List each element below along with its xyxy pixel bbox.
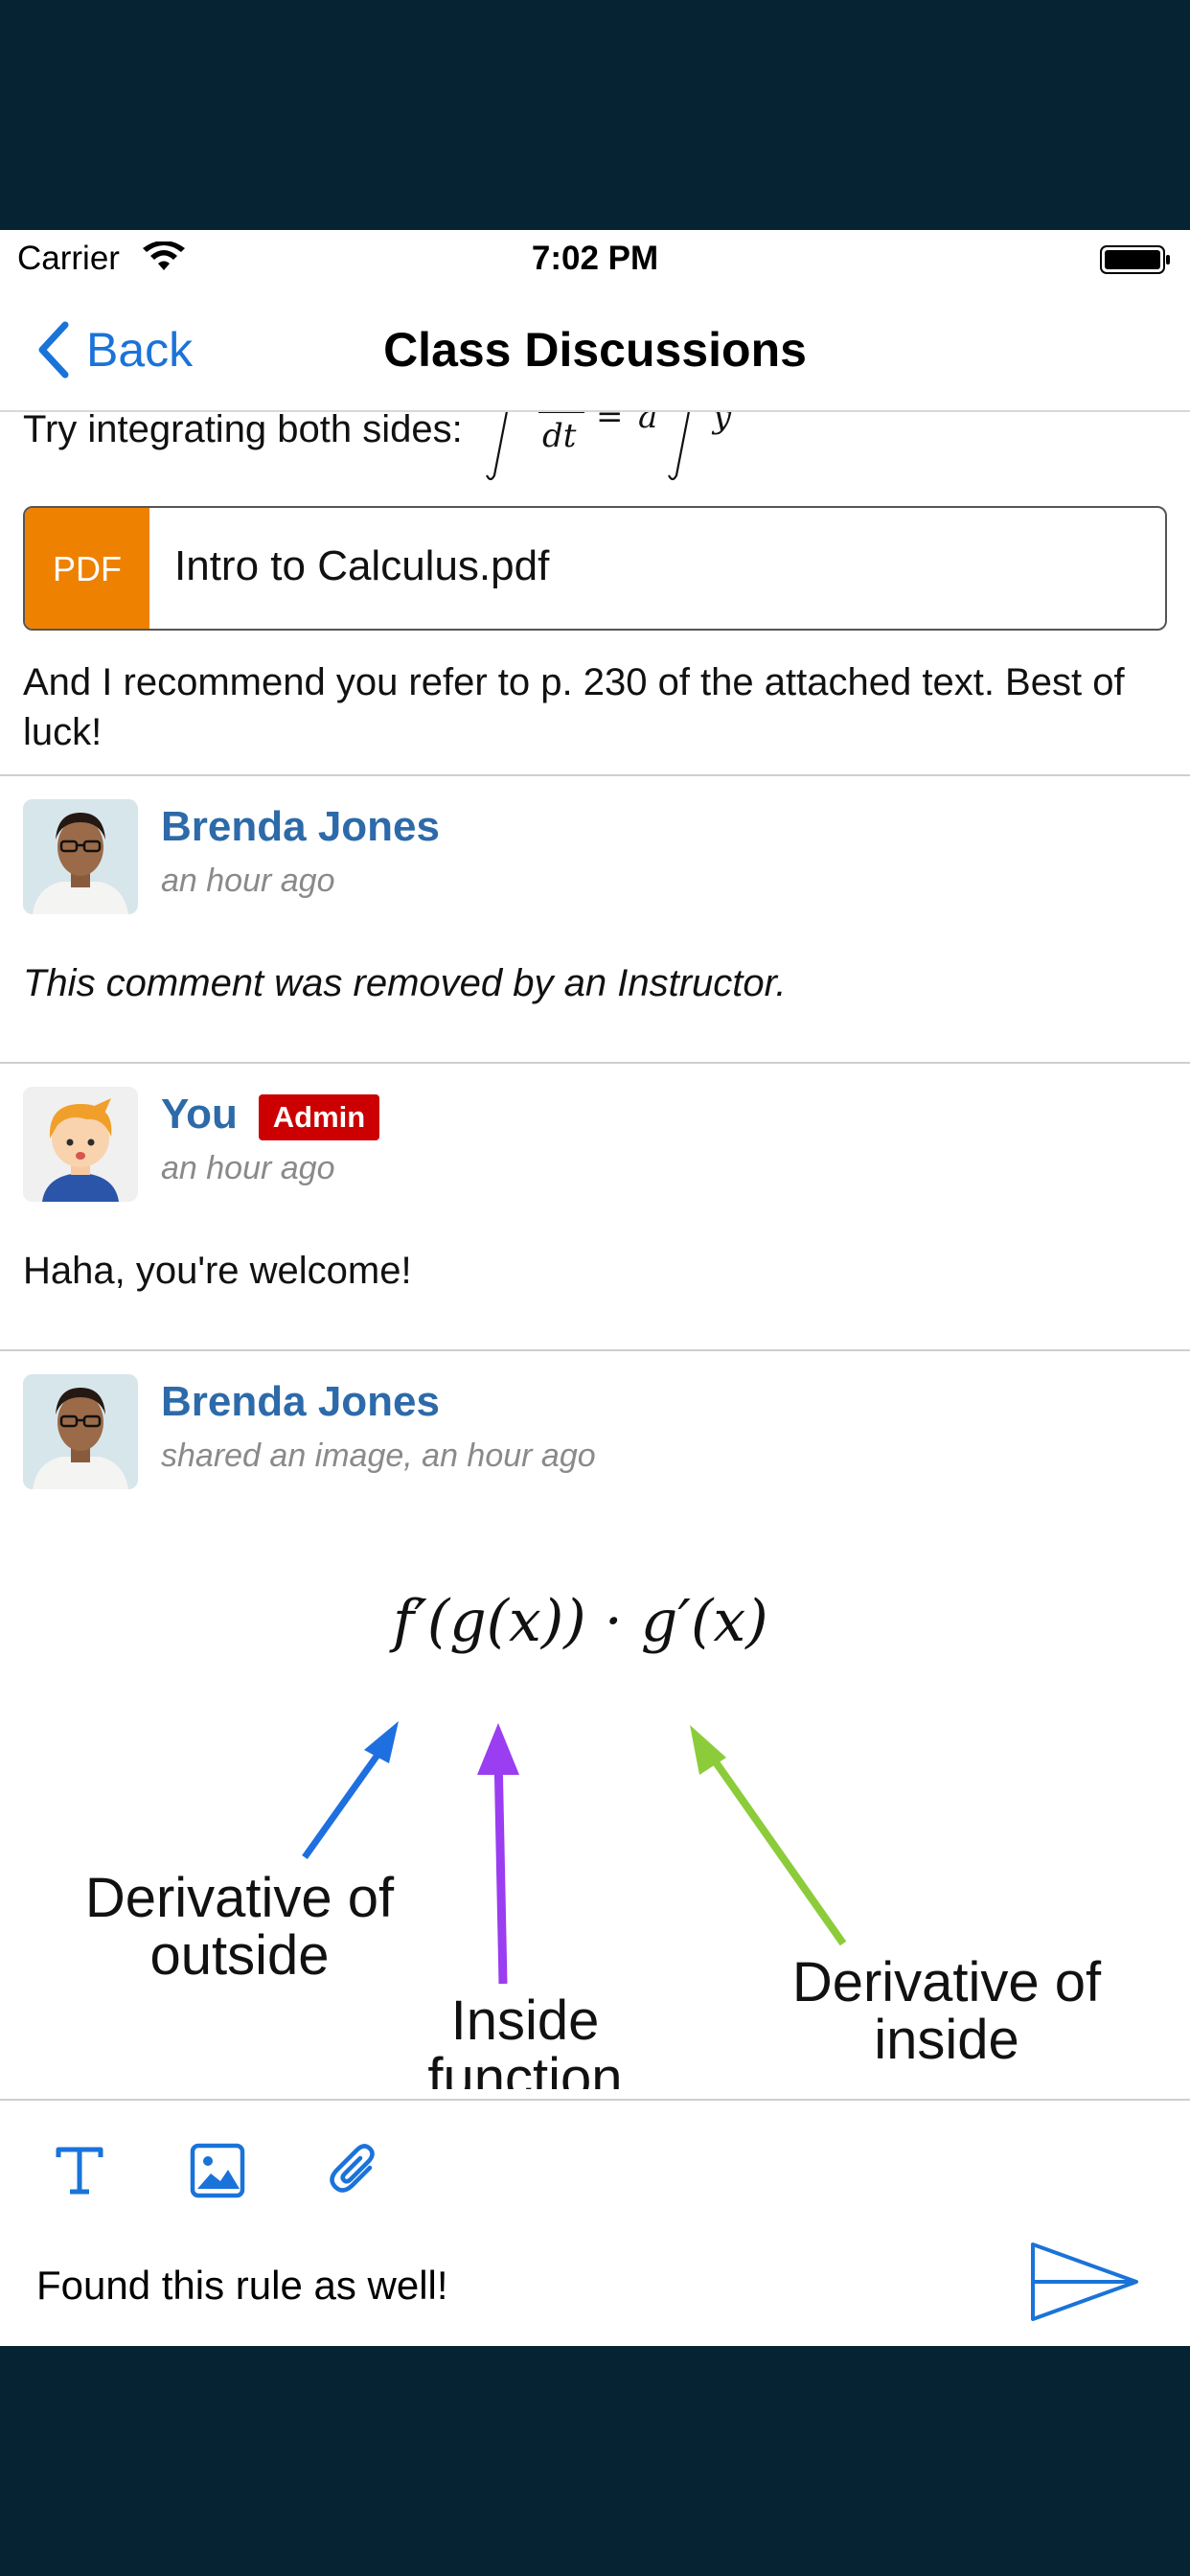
label-outside-line2: outside xyxy=(149,1924,329,1987)
avatar[interactable] xyxy=(23,1374,138,1489)
attach-file-button[interactable] xyxy=(322,2137,389,2204)
label-outside-line1: Derivative of xyxy=(85,1867,395,1929)
svg-text:y: y xyxy=(711,412,732,436)
shared-chain-rule-image[interactable]: f′(g(x)) · g′(x) Derivative of outside I… xyxy=(38,1552,1150,2089)
message-text: Try integrating both sides: xyxy=(23,412,463,450)
svg-text:a: a xyxy=(638,412,657,436)
avatar[interactable] xyxy=(23,1087,138,1202)
label-inside-fn-line2: function xyxy=(427,2047,622,2089)
image-icon xyxy=(190,2143,245,2198)
message-input[interactable] xyxy=(36,2252,995,2319)
pdf-attachment[interactable]: PDF Intro to Calculus.pdf xyxy=(23,506,1167,631)
navigation-bar: Back Class Discussions xyxy=(0,289,1190,412)
author-name[interactable]: Brenda Jones xyxy=(161,1378,440,1426)
message-text: And I recommend you refer to p. 230 of t… xyxy=(23,661,1125,753)
label-inside-deriv-line1: Derivative of xyxy=(792,1951,1102,2013)
battery-icon xyxy=(1100,245,1170,274)
label-inside-fn-line1: Inside xyxy=(451,1990,600,2052)
admin-badge: Admin xyxy=(259,1094,379,1140)
text-format-icon xyxy=(56,2147,103,2195)
status-bar: Carrier 7:02 PM xyxy=(0,230,1190,289)
brenda-photo xyxy=(23,1374,138,1489)
insert-image-button[interactable] xyxy=(184,2137,251,2204)
svg-text:dt: dt xyxy=(542,417,577,455)
phone-screen: Carrier 7:02 PM Back Class Discussions T… xyxy=(0,230,1190,2346)
timestamp: an hour ago xyxy=(161,1150,335,1186)
author-name[interactable]: You xyxy=(161,1091,238,1138)
label-inside-deriv-line2: inside xyxy=(874,2009,1019,2071)
svg-text:=: = xyxy=(596,412,624,436)
comment-body: Haha, you're welcome! xyxy=(23,1250,412,1292)
message-composer xyxy=(0,2099,1190,2346)
divider xyxy=(0,1349,1190,1351)
send-icon[interactable] xyxy=(1027,2239,1142,2325)
divider xyxy=(0,774,1190,776)
pdf-badge: PDF xyxy=(25,508,149,629)
divider xyxy=(0,1062,1190,1064)
timestamp: shared an image, an hour ago xyxy=(161,1438,596,1474)
bottom-backdrop xyxy=(0,2346,1190,2576)
attachment-icon xyxy=(330,2144,375,2193)
discussion-thread[interactable]: Try integrating both sides: dt = a y PDF… xyxy=(0,412,1190,2097)
attachment-filename: Intro to Calculus.pdf xyxy=(174,542,550,589)
status-time: 7:02 PM xyxy=(531,240,659,277)
author-name[interactable]: Brenda Jones xyxy=(161,803,440,851)
avatar[interactable] xyxy=(23,799,138,914)
page-title: Class Discussions xyxy=(383,323,807,377)
brenda-photo xyxy=(23,799,138,914)
cartoon-avatar xyxy=(23,1087,138,1202)
text-format-button[interactable] xyxy=(46,2137,113,2204)
timestamp: an hour ago xyxy=(161,862,335,899)
top-backdrop xyxy=(0,0,1190,230)
integral-formula-image: dt = a y xyxy=(486,412,732,481)
removed-comment-notice: This comment was removed by an Instructo… xyxy=(23,962,787,1004)
formula-text: f′(g(x)) · g′(x) xyxy=(389,1588,768,1655)
